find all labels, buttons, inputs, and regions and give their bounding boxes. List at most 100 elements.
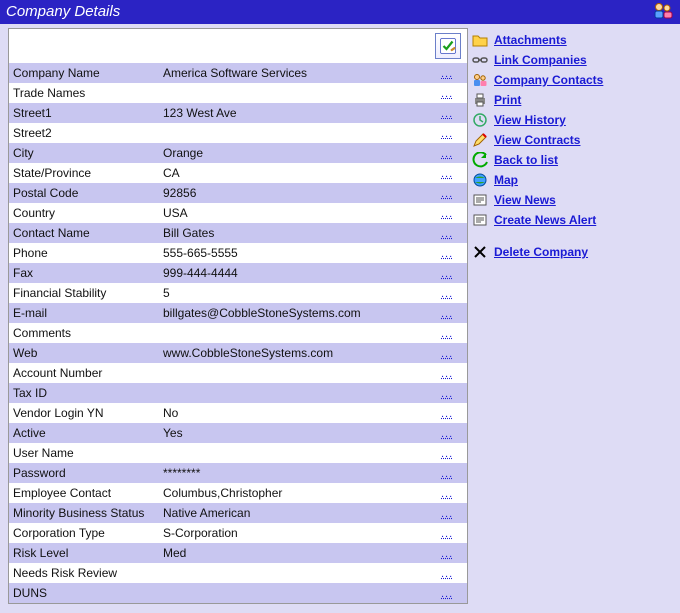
delete-company-link[interactable]: Delete Company xyxy=(494,245,588,259)
action-link[interactable]: Map xyxy=(494,173,518,187)
edit-field-link[interactable]: ... xyxy=(441,428,453,440)
field-label: User Name xyxy=(9,443,159,463)
field-value xyxy=(159,383,437,403)
field-value: 555-665-5555 xyxy=(159,243,437,263)
edit-field-link[interactable]: ... xyxy=(441,108,453,120)
field-value: 999-444-4444 xyxy=(159,263,437,283)
field-row: Financial Stability5... xyxy=(9,283,467,303)
field-value: ******** xyxy=(159,463,437,483)
field-row: Postal Code92856... xyxy=(9,183,467,203)
folder-icon xyxy=(472,32,488,48)
edit-field-link[interactable]: ... xyxy=(441,88,453,100)
actions-panel: Attachments Link Companies Company Contact… xyxy=(468,24,668,268)
edit-field-link[interactable]: ... xyxy=(441,168,453,180)
action-delete-company[interactable]: Delete Company xyxy=(472,242,664,262)
edit-field-link[interactable]: ... xyxy=(441,68,453,80)
field-row: Fax999-444-4444... xyxy=(9,263,467,283)
field-row: ActiveYes... xyxy=(9,423,467,443)
action-link[interactable]: Company Contacts xyxy=(494,73,603,87)
field-value xyxy=(159,563,437,583)
field-row: Webwww.CobbleStoneSystems.com... xyxy=(9,343,467,363)
field-value xyxy=(159,443,437,463)
edit-field-link[interactable]: ... xyxy=(441,388,453,400)
action-view-history[interactable]: View History xyxy=(472,110,664,130)
field-label: Trade Names xyxy=(9,83,159,103)
field-value xyxy=(159,363,437,383)
action-link[interactable]: Attachments xyxy=(494,33,567,47)
page-title: Company Details xyxy=(6,3,120,20)
field-value: 5 xyxy=(159,283,437,303)
edit-field-link[interactable]: ... xyxy=(441,528,453,540)
edit-field-link[interactable]: ... xyxy=(441,148,453,160)
field-row: Corporation TypeS-Corporation... xyxy=(9,523,467,543)
field-row: Street2... xyxy=(9,123,467,143)
action-link[interactable]: Create News Alert xyxy=(494,213,596,227)
action-attachments[interactable]: Attachments xyxy=(472,30,664,50)
action-company-contacts[interactable]: Company Contacts xyxy=(472,70,664,90)
edit-field-link[interactable]: ... xyxy=(441,188,453,200)
field-row: User Name... xyxy=(9,443,467,463)
back-icon xyxy=(472,152,488,168)
edit-field-link[interactable]: ... xyxy=(441,248,453,260)
edit-field-link[interactable]: ... xyxy=(441,468,453,480)
action-view-news[interactable]: View News xyxy=(472,190,664,210)
field-label: DUNS xyxy=(9,583,159,603)
field-row: Contact NameBill Gates... xyxy=(9,223,467,243)
edit-field-link[interactable]: ... xyxy=(441,288,453,300)
action-back-to-list[interactable]: Back to list xyxy=(472,150,664,170)
action-print[interactable]: Print xyxy=(472,90,664,110)
action-link-companies[interactable]: Link Companies xyxy=(472,50,664,70)
validate-icon[interactable] xyxy=(435,33,461,59)
edit-field-link[interactable]: ... xyxy=(441,448,453,460)
details-table: Company NameAmerica Software Services...… xyxy=(9,63,467,603)
action-create-news-alert[interactable]: Create News Alert xyxy=(472,210,664,230)
action-link[interactable]: View History xyxy=(494,113,566,127)
field-label: Postal Code xyxy=(9,183,159,203)
edit-field-link[interactable]: ... xyxy=(441,308,453,320)
action-link[interactable]: View Contracts xyxy=(494,133,580,147)
field-label: Minority Business Status xyxy=(9,503,159,523)
field-row: Password********... xyxy=(9,463,467,483)
edit-field-link[interactable]: ... xyxy=(441,208,453,220)
action-map[interactable]: Map xyxy=(472,170,664,190)
edit-field-link[interactable]: ... xyxy=(441,508,453,520)
edit-field-link[interactable]: ... xyxy=(441,488,453,500)
field-row: Comments... xyxy=(9,323,467,343)
edit-field-link[interactable]: ... xyxy=(441,268,453,280)
delete-icon xyxy=(472,244,488,260)
edit-field-link[interactable]: ... xyxy=(441,128,453,140)
field-value: Columbus,Christopher xyxy=(159,483,437,503)
field-label: Street2 xyxy=(9,123,159,143)
field-row: CityOrange... xyxy=(9,143,467,163)
field-value: No xyxy=(159,403,437,423)
edit-field-link[interactable]: ... xyxy=(441,368,453,380)
edit-field-link[interactable]: ... xyxy=(441,228,453,240)
action-link[interactable]: Link Companies xyxy=(494,53,587,67)
title-bar-icons xyxy=(652,2,674,20)
globe-icon xyxy=(472,172,488,188)
edit-field-link[interactable]: ... xyxy=(441,408,453,420)
action-link[interactable]: View News xyxy=(494,193,556,207)
field-label: Needs Risk Review xyxy=(9,563,159,583)
field-row: DUNS... xyxy=(9,583,467,603)
edit-field-link[interactable]: ... xyxy=(441,348,453,360)
printer-icon xyxy=(472,92,488,108)
action-link[interactable]: Back to list xyxy=(494,153,558,167)
link-icon xyxy=(472,52,488,68)
field-value: 92856 xyxy=(159,183,437,203)
field-row: Trade Names... xyxy=(9,83,467,103)
action-view-contracts[interactable]: View Contracts xyxy=(472,130,664,150)
field-label: Country xyxy=(9,203,159,223)
field-value: Native American xyxy=(159,503,437,523)
field-value: Med xyxy=(159,543,437,563)
field-label: Password xyxy=(9,463,159,483)
action-link[interactable]: Print xyxy=(494,93,521,107)
edit-field-link[interactable]: ... xyxy=(441,568,453,580)
field-row: State/ProvinceCA... xyxy=(9,163,467,183)
edit-field-link[interactable]: ... xyxy=(441,328,453,340)
history-icon xyxy=(472,112,488,128)
edit-field-link[interactable]: ... xyxy=(441,548,453,560)
edit-field-link[interactable]: ... xyxy=(441,588,453,600)
field-value xyxy=(159,83,437,103)
field-label: Contact Name xyxy=(9,223,159,243)
